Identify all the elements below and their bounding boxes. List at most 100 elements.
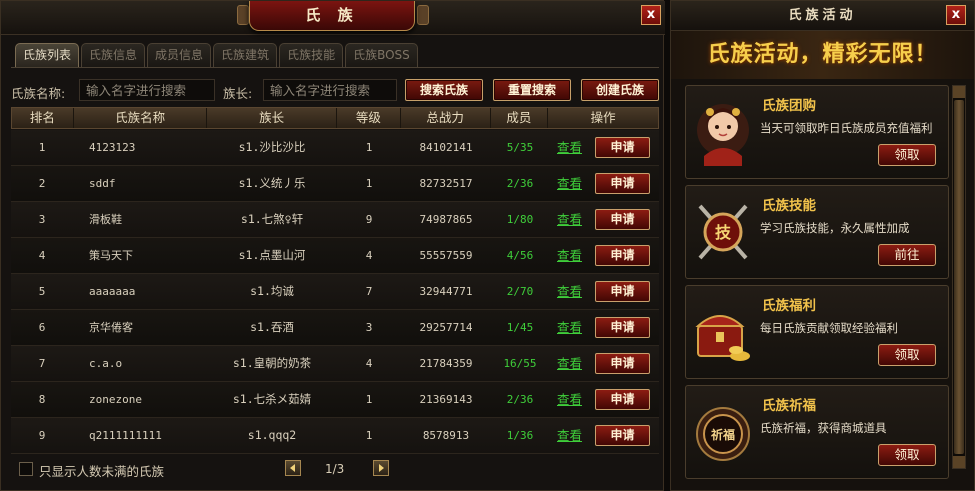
card-title: 氏族祈福 [762, 398, 816, 414]
activity-card-blessing: 祈福 氏族祈福 氏族祈福，获得商城道具 领取 [685, 385, 949, 479]
apply-join-button[interactable]: 申请 [595, 317, 650, 338]
scroll-down-icon[interactable] [953, 456, 965, 468]
apply-join-button[interactable]: 申请 [595, 245, 650, 266]
clan-name-search-input[interactable] [79, 79, 215, 101]
cell-rank: 3 [38, 213, 46, 226]
activity-card-welfare: 氏族福利 每日氏族贡献领取经验福利 领取 [685, 285, 949, 379]
clan-panel-header: 氏 族 x [1, 1, 665, 35]
table-row[interactable]: 1 4123123 s1.沙比沙比 1 84102141 5/35 查看 申请 [11, 130, 659, 166]
apply-join-button[interactable]: 申请 [595, 137, 650, 158]
prayer-emblem-icon: 祈福 [696, 407, 750, 461]
cell-level: 1 [365, 177, 373, 190]
apply-join-button[interactable]: 申请 [595, 389, 650, 410]
cell-leader: s1.点墨山河 [238, 248, 306, 262]
card-desc: 当天可领取昨日氏族成员充值福利 [760, 121, 933, 135]
treasure-chest-icon [695, 315, 750, 361]
clan-tabs: 氏族列表 氏族信息 成员信息 氏族建筑 氏族技能 氏族BOSS [15, 43, 418, 67]
table-row[interactable]: 6 京华倦客 s1.吞酒 3 29257714 1/45 查看 申请 [11, 310, 659, 346]
table-row[interactable]: 3 滑板鞋 s1.七煞♀轩 9 74987865 1/80 查看 申请 [11, 202, 659, 238]
view-clan-link[interactable]: 查看 [557, 166, 582, 201]
table-header: 排名 氏族名称 族长 等级 总战力 成员 操作 [11, 107, 659, 129]
table-row[interactable]: 7 c.a.o s1.皇朝的奶茶 4 21784359 16/55 查看 申请 [11, 346, 659, 382]
search-clan-button[interactable]: 搜索氏族 [405, 79, 483, 101]
activity-panel-title: 氏族活动 [671, 1, 974, 31]
create-clan-button[interactable]: 创建氏族 [581, 79, 659, 101]
apply-join-button[interactable]: 申请 [595, 353, 650, 374]
table-row[interactable]: 9 q2111111111 s1.qqq2 1 8578913 1/36 查看 申请 [11, 418, 659, 454]
cell-clan-name: 京华倦客 [89, 321, 133, 334]
table-row[interactable]: 4 策马天下 s1.点墨山河 4 55557559 4/56 查看 申请 [11, 238, 659, 274]
col-clan-name[interactable]: 氏族名称 [74, 108, 208, 128]
tab-clan-boss[interactable]: 氏族BOSS [345, 43, 418, 67]
table-row[interactable]: 2 sddf s1.义统丿乐 1 82732517 2/36 查看 申请 [11, 166, 659, 202]
cell-leader: s1.七杀メ茹婧 [232, 392, 312, 406]
cell-clan-name: q2111111111 [89, 429, 162, 442]
apply-join-button[interactable]: 申请 [595, 281, 650, 302]
view-clan-link[interactable]: 查看 [557, 382, 582, 417]
col-level[interactable]: 等级 [337, 108, 401, 128]
view-clan-link[interactable]: 查看 [557, 238, 582, 273]
cell-clan-name: aaaaaaa [89, 285, 136, 298]
card-title: 氏族团购 [762, 98, 816, 114]
table-row[interactable]: 8 zonezone s1.七杀メ茹婧 1 21369143 2/36 查看 申请 [11, 382, 659, 418]
scroll-up-icon[interactable] [953, 86, 965, 98]
clan-name-label: 氏族名称: [11, 86, 66, 101]
prev-page-button[interactable] [285, 460, 301, 476]
cell-power: 74987865 [419, 213, 473, 226]
cell-leader: s1.七煞♀轩 [240, 212, 304, 226]
tab-clan-list[interactable]: 氏族列表 [15, 43, 80, 67]
leader-label: 族长: [223, 86, 253, 101]
clan-panel-close-button[interactable]: x [641, 5, 661, 25]
cell-leader: s1.义统丿乐 [238, 176, 306, 190]
next-page-button[interactable] [373, 460, 389, 476]
col-rank[interactable]: 排名 [12, 108, 74, 128]
cell-level: 4 [365, 357, 373, 370]
view-clan-link[interactable]: 查看 [557, 130, 582, 165]
activity-panel-close-button[interactable]: x [946, 5, 966, 25]
search-row: 氏族名称: 族长: 搜索氏族 重置搜索 创建氏族 [11, 79, 661, 103]
apply-join-button[interactable]: 申请 [595, 209, 650, 230]
cell-rank: 5 [38, 285, 46, 298]
col-total-power[interactable]: 总战力 [401, 108, 491, 128]
cell-actions: 查看 申请 [549, 238, 659, 273]
activity-scrollbar[interactable] [952, 85, 966, 469]
go-skills-button[interactable]: 前往 [878, 244, 936, 266]
cell-clan-name: 策马天下 [89, 249, 133, 262]
cell-clan-name: c.a.o [89, 357, 123, 370]
tab-clan-buildings[interactable]: 氏族建筑 [213, 43, 278, 67]
scroll-thumb[interactable] [954, 100, 964, 454]
card-title: 氏族福利 [762, 298, 816, 314]
col-actions: 操作 [590, 110, 616, 125]
claim-welfare-button[interactable]: 领取 [878, 344, 936, 366]
tab-clan-info[interactable]: 氏族信息 [81, 43, 146, 67]
cell-level: 1 [365, 141, 373, 154]
view-clan-link[interactable]: 查看 [557, 202, 582, 237]
header-ornament-right [417, 5, 429, 25]
col-leader[interactable]: 族长 [207, 108, 337, 128]
view-clan-link[interactable]: 查看 [557, 346, 582, 381]
tab-member-info[interactable]: 成员信息 [147, 43, 212, 67]
cell-rank: 8 [38, 393, 46, 406]
activity-banner: 氏族活动，精彩无限！ [671, 31, 974, 79]
claim-blessing-button[interactable]: 领取 [878, 444, 936, 466]
cell-level: 1 [365, 429, 373, 442]
cell-power: 21369143 [419, 393, 473, 406]
apply-join-button[interactable]: 申请 [595, 173, 650, 194]
claim-group-buy-button[interactable]: 领取 [878, 144, 936, 166]
apply-join-button[interactable]: 申请 [595, 425, 650, 446]
clan-panel: 氏 族 x 氏族列表 氏族信息 成员信息 氏族建筑 氏族技能 氏族BOSS 氏族… [0, 0, 665, 491]
cell-members: 1/36 [506, 429, 534, 442]
view-clan-link[interactable]: 查看 [557, 310, 582, 345]
leader-search-input[interactable] [263, 79, 397, 101]
reset-search-button[interactable]: 重置搜索 [493, 79, 571, 101]
tab-clan-skills[interactable]: 氏族技能 [279, 43, 344, 67]
view-clan-link[interactable]: 查看 [557, 274, 582, 309]
clan-table: 排名 氏族名称 族长 等级 总战力 成员 操作 1 4123123 s1.沙比沙比 1… [11, 107, 659, 454]
card-desc: 氏族祈福，获得商城道具 [760, 421, 887, 435]
cell-power: 8578913 [422, 429, 470, 442]
cell-rank: 9 [38, 429, 46, 442]
view-clan-link[interactable]: 查看 [557, 418, 582, 453]
table-row[interactable]: 5 aaaaaaa s1.均诚 7 32944771 2/70 查看 申请 [11, 274, 659, 310]
not-full-filter-checkbox[interactable] [19, 462, 33, 476]
col-members[interactable]: 成员 [491, 108, 549, 128]
